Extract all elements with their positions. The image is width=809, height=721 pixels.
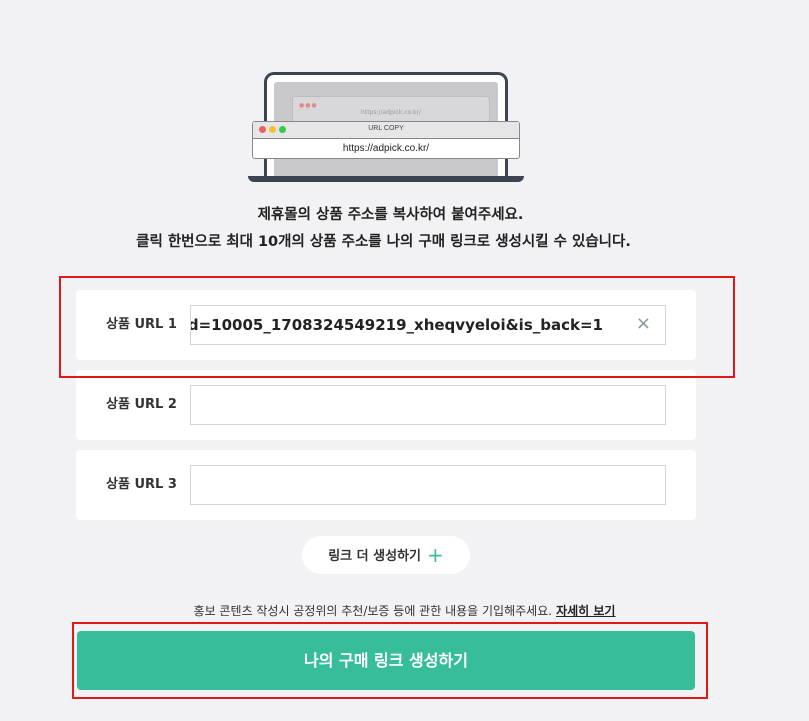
url-label-3: 상품 URL 3 (106, 477, 177, 492)
url-row-1: 상품 URL 1 ge_id=10005_1708324549219_xheqv… (76, 290, 696, 360)
description-line-1: 제휴몰의 상품 주소를 복사하여 붙여주세요. (257, 207, 524, 223)
url-input-1[interactable]: ge_id=10005_1708324549219_xheqvyeloi&is_… (190, 305, 666, 345)
learn-more-link[interactable]: 자세히 보기 (556, 604, 615, 618)
description-line-2: 클릭 한번으로 최대 10개의 상품 주소를 나의 구매 링크로 생성시킬 수 … (136, 234, 631, 250)
disclosure-notice-text: 홍보 콘텐츠 작성시 공정위의 추천/보증 등에 관한 내용을 기입해주세요. (193, 604, 553, 618)
laptop-base (248, 176, 524, 182)
disclosure-notice: 홍보 콘텐츠 작성시 공정위의 추천/보증 등에 관한 내용을 기입해주세요. 자… (0, 602, 809, 619)
url-copy-title: URL COPY (368, 125, 404, 132)
url-copy-url: https://adpick.co.kr/ (342, 143, 430, 154)
url-input-2-field[interactable] (201, 386, 621, 424)
background-url-text: https://adpick.co.kr/ (361, 109, 421, 116)
clear-icon[interactable]: × (636, 314, 651, 334)
url-label-2: 상품 URL 2 (106, 397, 177, 412)
url-input-3-field[interactable] (201, 466, 621, 504)
generate-links-button[interactable]: 나의 구매 링크 생성하기 (77, 631, 695, 690)
url-row-3: 상품 URL 3 (76, 450, 696, 520)
window-dots-icon: ●●● (299, 102, 318, 109)
url-label-1: 상품 URL 1 (106, 317, 177, 332)
url-input-2[interactable] (190, 385, 666, 425)
url-input-1-value: ge_id=10005_1708324549219_xheqvyeloi&is_… (190, 316, 603, 334)
url-row-2: 상품 URL 2 (76, 370, 696, 440)
add-more-links-button[interactable]: 링크 더 생성하기 + (302, 536, 470, 574)
url-input-3[interactable] (190, 465, 666, 505)
add-more-links-label: 링크 더 생성하기 (328, 549, 421, 564)
url-copy-card: URL COPY https://adpick.co.kr/ (252, 121, 520, 159)
plus-icon: + (427, 543, 444, 567)
